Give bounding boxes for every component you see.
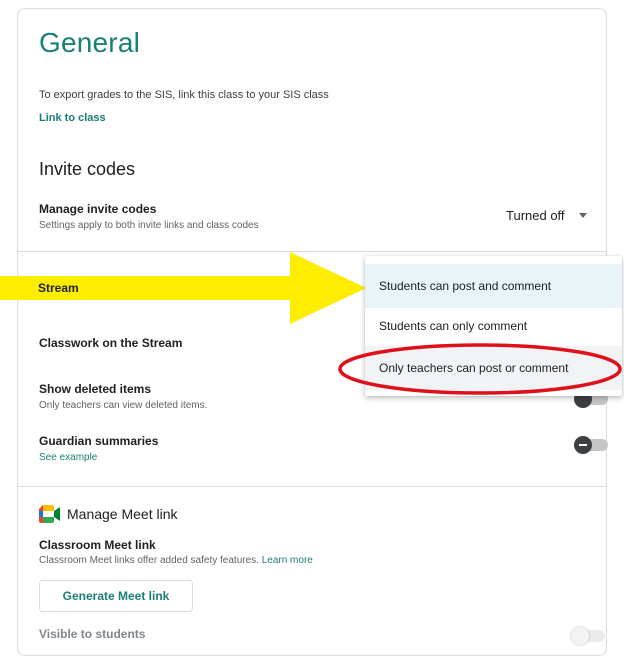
divider [18,486,606,487]
google-meet-icon [39,505,60,523]
classroom-meet-link-sub-text: Classroom Meet links offer added safety … [39,555,259,566]
section-title-invite-codes: Invite codes [39,159,136,179]
manage-invite-codes-sub: Settings apply to both invite links and … [39,220,259,231]
caret-down-icon [578,213,587,218]
see-example-link[interactable]: See example [39,452,97,463]
toggle-thumb [571,627,589,645]
guardian-summaries-label: Guardian summaries [39,434,159,448]
classroom-meet-link-label: Classroom Meet link [39,538,156,552]
section-title-general: General [39,27,141,58]
stream-label-overlay: Stream [38,281,79,295]
toggle-thumb [574,436,592,454]
invite-codes-select[interactable]: Turned off [506,208,587,223]
invite-codes-select-value: Turned off [506,208,565,223]
visible-to-students-toggle[interactable] [571,626,605,646]
sis-description: To export grades to the SIS, link this c… [39,89,329,101]
show-deleted-items-label: Show deleted items [39,382,152,396]
minus-icon [579,444,587,446]
manage-meet-link-title: Manage Meet link [67,506,178,522]
classroom-meet-link-sub: Classroom Meet links offer added safety … [39,555,313,566]
guardian-summaries-toggle[interactable] [574,435,608,455]
manage-invite-codes-label: Manage invite codes [39,202,157,216]
classwork-on-stream-label: Classwork on the Stream [39,336,183,350]
show-deleted-items-sub: Only teachers can view deleted items. [39,400,208,411]
link-to-class-link[interactable]: Link to class [39,112,106,124]
annotation-circle [338,343,622,395]
generate-meet-link-button[interactable]: Generate Meet link [39,580,193,612]
visible-to-students-label: Visible to students [39,627,146,641]
learn-more-link[interactable]: Learn more [262,555,313,566]
stream-option-post-and-comment[interactable]: Students can post and comment [365,264,622,308]
